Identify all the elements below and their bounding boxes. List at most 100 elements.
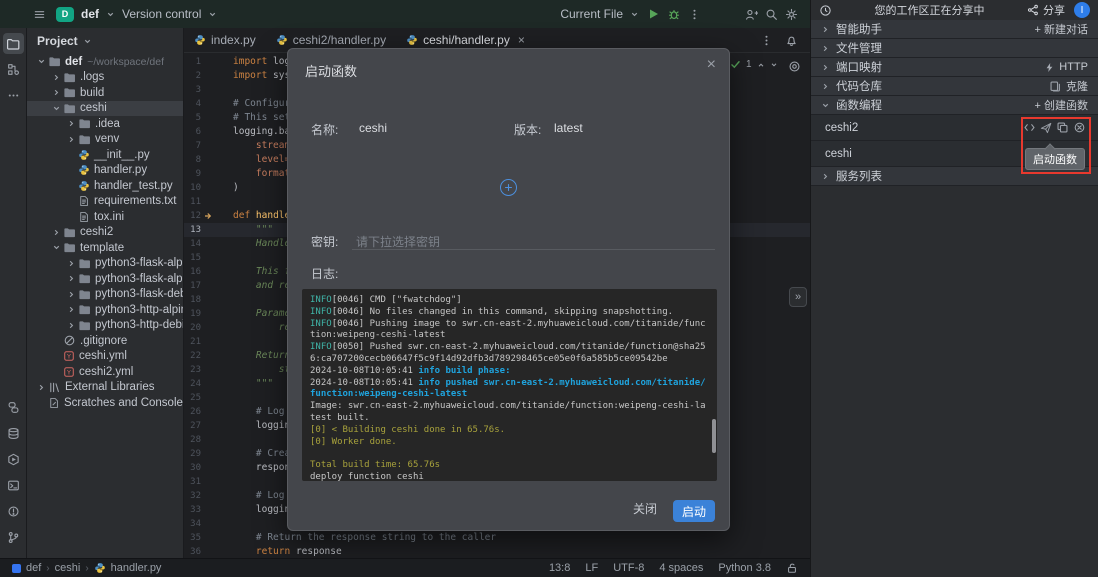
- search-icon[interactable]: [765, 8, 778, 21]
- tree-item-python3-flask-alpine-my[interactable]: python3-flask-alpine-my: [27, 271, 183, 287]
- tool-button-services[interactable]: [3, 449, 24, 470]
- log-output[interactable]: INFO[0046] CMD ["fwatchdog"]INFO[0046] N…: [302, 289, 717, 481]
- tool-button-problems[interactable]: [3, 501, 24, 522]
- panel-section-智能助手[interactable]: 智能助手+ 新建对话: [811, 20, 1098, 39]
- panel-section-端口映射[interactable]: 端口映射HTTP: [811, 58, 1098, 77]
- tree-chevron-icon[interactable]: [50, 88, 63, 97]
- tool-button-terminal[interactable]: [3, 475, 24, 496]
- section-action[interactable]: 克隆: [1049, 78, 1088, 94]
- breadcrumb-item[interactable]: handler.py: [111, 562, 162, 574]
- tree-item-requirements.txt[interactable]: requirements.txt: [27, 194, 183, 210]
- section-action[interactable]: + 新建对话: [1035, 21, 1088, 37]
- tree-chevron-icon[interactable]: [35, 383, 48, 392]
- share-button[interactable]: 分享: [1027, 2, 1065, 18]
- more-actions-icon[interactable]: [688, 8, 701, 21]
- tool-button-database[interactable]: [3, 423, 24, 444]
- code-text: Paramet: [214, 307, 296, 321]
- tree-chevron-icon[interactable]: [65, 305, 78, 314]
- tree-item-__init__.py[interactable]: __init__.py: [27, 147, 183, 163]
- workspace-status-icon[interactable]: [819, 4, 832, 17]
- copy-icon[interactable]: [1056, 121, 1069, 134]
- tree-chevron-icon[interactable]: [65, 135, 78, 144]
- section-action[interactable]: HTTP: [1044, 61, 1088, 73]
- tool-button-structure[interactable]: [3, 59, 24, 80]
- paper-plane-icon[interactable]: [1040, 121, 1052, 134]
- tree-chevron-icon[interactable]: [65, 290, 78, 299]
- tree-item-python3-http-alpine[interactable]: python3-http-alpine: [27, 302, 183, 318]
- tree-item-def[interactable]: def~/workspace/def: [27, 54, 183, 70]
- tree-item-label: venv: [95, 133, 119, 145]
- add-secret-button[interactable]: [500, 179, 517, 196]
- tree-chevron-icon[interactable]: [65, 119, 78, 128]
- breadcrumb-item[interactable]: ceshi: [55, 562, 81, 574]
- tree-chevron-icon[interactable]: [65, 259, 78, 268]
- tree-item-ceshi2.yml[interactable]: Yceshi2.yml: [27, 364, 183, 380]
- avatar[interactable]: I: [1074, 2, 1090, 18]
- project-panel-header[interactable]: Project: [27, 28, 183, 54]
- tool-button-python-tool[interactable]: [3, 397, 24, 418]
- breadcrumb-separator: ›: [46, 563, 49, 574]
- tree-chevron-icon[interactable]: [50, 73, 63, 82]
- tool-button-branch[interactable]: [3, 527, 24, 548]
- tree-item-ceshi2[interactable]: ceshi2: [27, 225, 183, 241]
- status-item[interactable]: 13:8: [549, 562, 570, 574]
- breadcrumb-item[interactable]: def: [26, 562, 41, 574]
- tool-button-more-horiz[interactable]: [3, 85, 24, 106]
- tab-close-icon[interactable]: ×: [518, 33, 525, 47]
- tree-chevron-icon[interactable]: [65, 321, 78, 330]
- code-tags-icon[interactable]: [1023, 121, 1036, 134]
- secret-select[interactable]: 请下拉选择密钥: [356, 233, 440, 250]
- expand-panel-button[interactable]: »: [789, 287, 807, 307]
- project-name-widget[interactable]: def: [81, 7, 99, 21]
- debug-icon[interactable]: [667, 7, 681, 21]
- tree-item-tox.ini[interactable]: tox.ini: [27, 209, 183, 225]
- tree-chevron-icon[interactable]: [50, 228, 63, 237]
- tree-item-.idea[interactable]: .idea: [27, 116, 183, 132]
- tree-item-template[interactable]: template: [27, 240, 183, 256]
- tool-button-project-folder[interactable]: [3, 33, 24, 54]
- dialog-close-button[interactable]: 关闭: [633, 500, 657, 517]
- tree-item-.logs[interactable]: .logs: [27, 70, 183, 86]
- status-item[interactable]: LF: [585, 562, 598, 574]
- tree-chevron-icon[interactable]: [65, 274, 78, 283]
- tree-item-ceshi[interactable]: ceshi: [27, 101, 183, 117]
- tree-item-External Libraries[interactable]: External Libraries: [27, 380, 183, 396]
- tree-item-handler.py[interactable]: handler.py: [27, 163, 183, 179]
- run-config-selector[interactable]: Current File: [560, 7, 623, 21]
- dialog-launch-button[interactable]: 启动: [673, 500, 715, 522]
- log-scrollbar-thumb[interactable]: [712, 419, 716, 453]
- tree-item-.gitignore[interactable]: .gitignore: [27, 333, 183, 349]
- tree-item-build[interactable]: build: [27, 85, 183, 101]
- tree-item-venv[interactable]: venv: [27, 132, 183, 148]
- tree-item-Scratches and Consoles[interactable]: Scratches and Consoles: [27, 395, 183, 411]
- line-number: 35: [184, 531, 201, 545]
- tree-item-python3-flask-alpine[interactable]: python3-flask-alpine: [27, 256, 183, 272]
- tree-item-ceshi.yml[interactable]: Yceshi.yml: [27, 349, 183, 365]
- status-item[interactable]: Python 3.8: [718, 562, 771, 574]
- unlock-icon[interactable]: [786, 562, 798, 574]
- status-item[interactable]: 4 spaces: [659, 562, 703, 574]
- vcs-widget[interactable]: Version control: [122, 7, 201, 21]
- x-circle-icon[interactable]: [1073, 121, 1086, 134]
- run-icon[interactable]: [646, 7, 660, 21]
- editor-tab-index.py[interactable]: index.py: [184, 28, 266, 52]
- panel-section-代码仓库[interactable]: 代码仓库克隆: [811, 77, 1098, 96]
- notifications-bell-icon[interactable]: [785, 34, 798, 47]
- panel-section-函数编程[interactable]: 函数编程+ 创建函数: [811, 96, 1098, 115]
- tree-chevron-icon[interactable]: [50, 243, 63, 252]
- tab-options-icon[interactable]: [760, 34, 773, 47]
- settings-gear-icon[interactable]: [785, 8, 798, 21]
- tree-chevron-icon[interactable]: [35, 57, 48, 66]
- dialog-close-icon[interactable]: ×: [707, 56, 716, 74]
- code-with-me-icon[interactable]: [745, 8, 758, 21]
- tree-item-python3-flask-debian[interactable]: python3-flask-debian: [27, 287, 183, 303]
- structure-icon: [7, 63, 20, 76]
- panel-section-文件管理[interactable]: 文件管理: [811, 39, 1098, 58]
- tree-item-handler_test.py[interactable]: handler_test.py: [27, 178, 183, 194]
- function-item-ceshi2[interactable]: ceshi2: [811, 115, 1098, 141]
- tree-chevron-icon[interactable]: [50, 104, 63, 113]
- section-action[interactable]: + 创建函数: [1035, 97, 1088, 113]
- status-item[interactable]: UTF-8: [613, 562, 644, 574]
- tree-item-python3-http-debian[interactable]: python3-http-debian: [27, 318, 183, 334]
- main-menu-icon[interactable]: [33, 8, 46, 21]
